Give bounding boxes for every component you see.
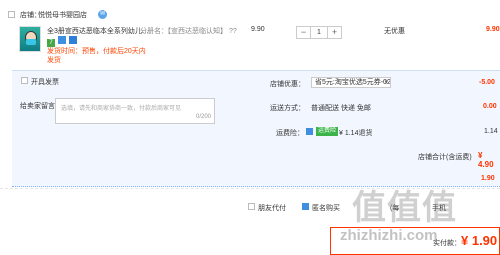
delivery-amount: 0.00 xyxy=(483,103,497,110)
order-confirm-page: 店铺： 悦悦母书婴园店 ✉ 全3册宣西达恶临本全系列幼儿… 分册名： 【宣西达恶… xyxy=(0,0,500,255)
footer-options: 朋友代付 匿名购买 (每 手机 xyxy=(0,196,500,217)
pay-summary: 实付款： ¥ 1.90 xyxy=(330,227,500,255)
partial-option-text: (每 xyxy=(390,205,400,212)
shipping-note-2: 发货 xyxy=(47,57,61,64)
total-label: 店铺合计(含运费) xyxy=(418,154,472,161)
badge-guarantee-icon xyxy=(68,36,77,44)
delivery-value: 普通配送 快递 免邮 xyxy=(311,105,371,112)
store-discount-select[interactable]: 省5元:淘宝优选5元券-02 ▾ xyxy=(311,77,391,88)
quantity-input[interactable]: 1 xyxy=(310,27,328,38)
increase-button[interactable]: + xyxy=(328,27,341,38)
anonymous-label: 匿名购买 xyxy=(312,205,340,212)
discount-text: 无优惠 xyxy=(384,28,405,35)
insurance-value: ¥ 1.14退货 xyxy=(339,130,373,137)
total-value: ¥ 4.90 xyxy=(478,151,494,169)
product-row: 全3册宣西达恶临本全系列幼儿… 分册名： 【宣西达恶临认知】 ?? 7 发货时间… xyxy=(12,22,500,67)
message-input[interactable]: 选填，请先和商家协商一致，付款后商家可见 0/200 xyxy=(55,98,215,124)
insurance-label: 运费险： xyxy=(276,130,304,137)
anonymous-checkbox[interactable] xyxy=(302,203,309,210)
message-counter: 0/200 xyxy=(196,114,212,120)
footer-separator xyxy=(0,188,500,189)
subtotal: 9.90 xyxy=(486,26,500,33)
store-name-link[interactable]: 悦悦母书婴园店 xyxy=(38,10,87,20)
store-header: 店铺： 悦悦母书婴园店 ✉ xyxy=(0,8,500,22)
invoice-checkbox[interactable] xyxy=(21,77,28,84)
chat-icon[interactable]: ✉ xyxy=(98,10,107,19)
delivery-label: 运送方式： xyxy=(270,105,305,112)
decrease-button[interactable]: − xyxy=(297,27,310,38)
friend-pay-label: 朋友代付 xyxy=(258,205,286,212)
store-checkbox[interactable] xyxy=(8,11,15,18)
insurance-checkbox[interactable] xyxy=(306,128,313,135)
top-right-amount: 1.90 xyxy=(481,175,495,182)
insurance-badge: 运费险 xyxy=(316,127,339,136)
product-title-link[interactable]: 全3册宣西达恶临本全系列幼儿… xyxy=(47,26,149,36)
invoice-label: 开具发票 xyxy=(31,79,59,86)
badge-shield-icon xyxy=(57,36,66,44)
store-discount-amount: -5.00 xyxy=(479,79,495,86)
shipping-note: 发货时间：预售，付款后20天内 xyxy=(47,48,146,55)
partial-option-text-2: 手机 xyxy=(432,205,446,212)
product-thumbnail[interactable] xyxy=(19,26,41,52)
chevron-down-icon: ▾ xyxy=(384,79,388,86)
friend-pay-checkbox[interactable] xyxy=(248,203,255,210)
pay-value: ¥ 1.90 xyxy=(461,233,498,248)
category-value: 【宣西达恶临认知】 ?? xyxy=(164,28,237,35)
pay-label: 实付款： xyxy=(433,240,461,247)
message-placeholder: 选填，请先和商家协商一致，付款后商家可见 xyxy=(61,106,182,112)
store-discount-label: 店铺优惠： xyxy=(270,81,305,88)
quantity-stepper[interactable]: − 1 + xyxy=(296,26,342,39)
unit-price: 9.90 xyxy=(251,26,265,33)
store-discount-value: 省5元:淘宝优选5元券-02 xyxy=(315,79,391,86)
insurance-amount: 1.14 xyxy=(484,128,498,135)
order-options-panel xyxy=(12,70,500,187)
thumbnail-mask-icon xyxy=(26,39,36,45)
